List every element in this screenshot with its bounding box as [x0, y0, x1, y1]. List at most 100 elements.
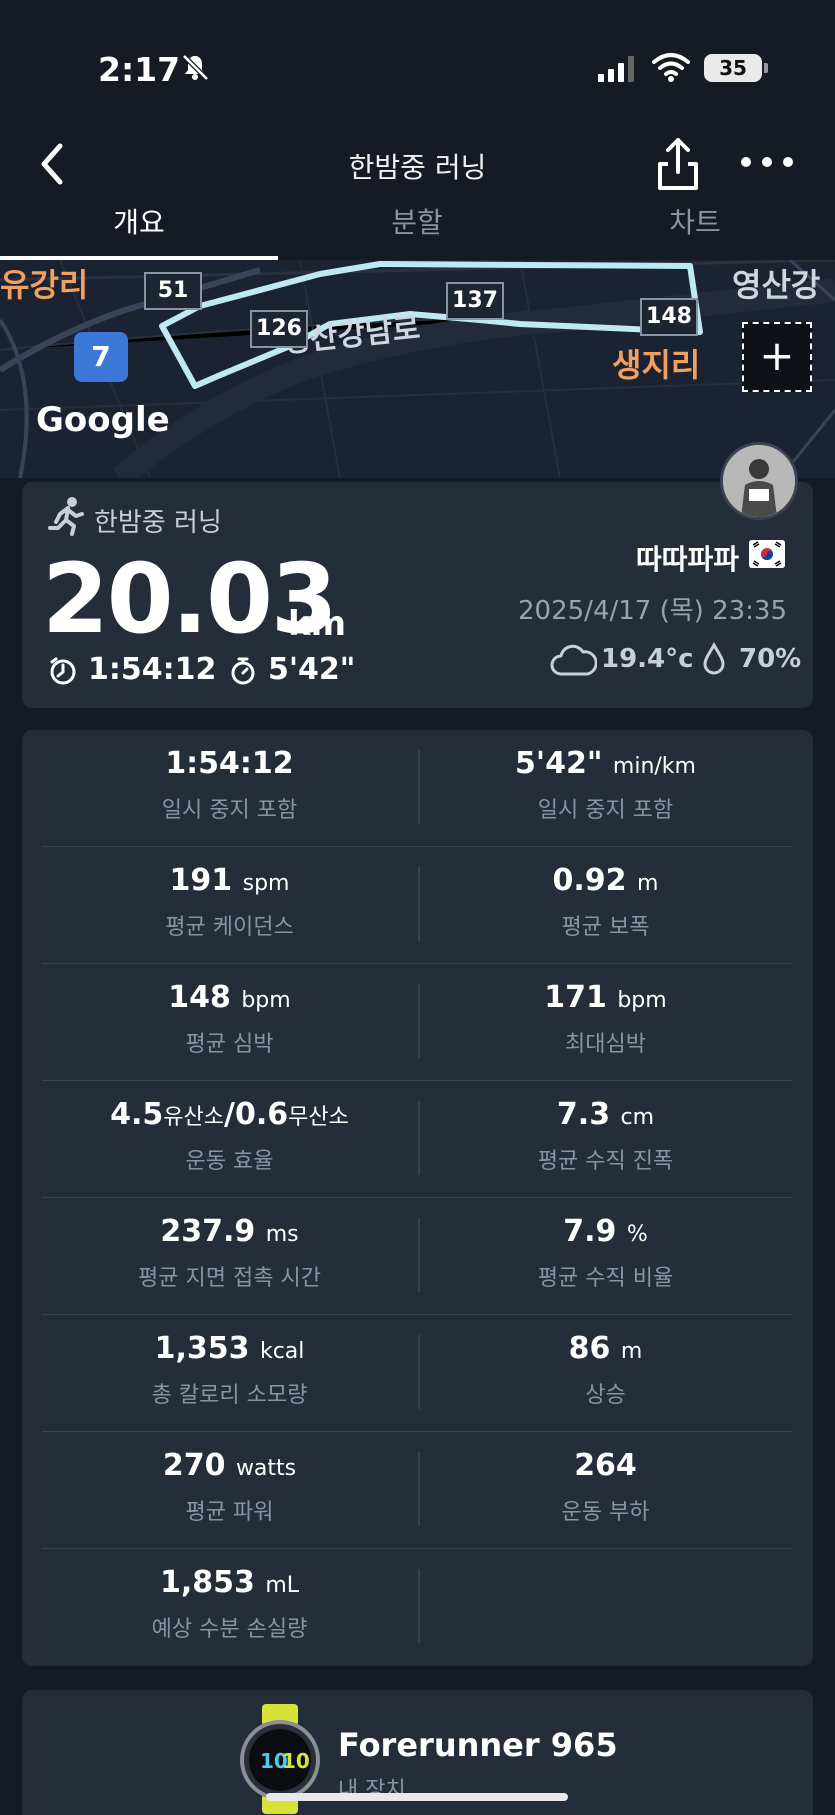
stat-training-load: 264 운동 부하: [418, 1432, 793, 1549]
status-bar: 2:17 35: [0, 0, 835, 130]
stat-power: 270 watts 평균 파워: [42, 1432, 417, 1549]
watch-face-time: 10: [282, 1749, 310, 1773]
stat-label: 평균 지면 접촉 시간: [138, 1266, 321, 1291]
stat-label: 일시 중지 포함: [161, 798, 298, 823]
more-options-button[interactable]: [738, 152, 796, 172]
stat-unit: min/km: [612, 754, 696, 779]
stat-value: 270: [162, 1448, 226, 1483]
humidity: 70%: [739, 644, 802, 674]
avatar[interactable]: [720, 442, 798, 520]
stat-stride: 0.92 m 평균 보폭: [418, 847, 793, 964]
elapsed-time-value: 1:54:12: [88, 652, 217, 687]
bell-off-icon: [182, 54, 209, 81]
stats-grid-card: 1:54:12 일시 중지 포함 5'42" min/km 일시 중지 포함 1…: [22, 730, 813, 1666]
running-icon: [48, 497, 84, 536]
stats-row: 148 bpm 평균 심박 171 bpm 최대심박: [42, 964, 793, 1081]
stat-label: 일시 중지 포함: [537, 798, 674, 823]
nav-bar: 한밤중 러닝 개요 분할 차트: [0, 130, 835, 260]
temperature: 19.4°c: [601, 644, 694, 674]
stats-row: 1,853 mL 예상 수분 손실량: [42, 1549, 793, 1666]
stats-row: 1:54:12 일시 중지 포함 5'42" min/km 일시 중지 포함: [42, 730, 793, 847]
stat-value: 1:54:12: [165, 746, 294, 781]
stat-vertical-ratio: 7.9 % 평균 수직 비율: [418, 1198, 793, 1315]
stat-label: 평균 수직 진폭: [537, 1149, 674, 1174]
km-marker: 148: [640, 298, 698, 336]
stat-avg-pace: 5'42" min/km 일시 중지 포함: [418, 730, 793, 847]
stat-unit: cm: [620, 1105, 655, 1130]
map-place-label: 영산강: [732, 266, 821, 304]
stat-value: 171: [544, 980, 607, 1015]
distance-unit: km: [288, 604, 347, 644]
km-marker: 126: [250, 310, 308, 348]
share-button[interactable]: [656, 136, 700, 192]
weather-info: 19.4°c 70%: [549, 640, 801, 680]
google-logo: Google: [36, 400, 170, 440]
home-indicator[interactable]: [266, 1793, 568, 1801]
stat-cadence: 191 spm 평균 케이던스: [42, 847, 417, 964]
stats-row: 237.9 ms 평균 지면 접촉 시간 7.9 % 평균 수직 비율: [42, 1198, 793, 1315]
stat-empty: [418, 1549, 793, 1666]
stat-label: 운동 효율: [185, 1149, 274, 1174]
km-marker: 51: [144, 272, 202, 310]
average-pace-value: 5'42": [268, 652, 356, 687]
stat-label: 평균 심박: [185, 1032, 274, 1057]
device-name: Forerunner 965: [338, 1726, 618, 1764]
page-title: 한밤중 러닝: [348, 151, 487, 184]
stat-value: 0.92: [552, 863, 627, 898]
stats-row: 191 spm 평균 케이던스 0.92 m 평균 보폭: [42, 847, 793, 964]
stats-row: 4.5유산소/0.6무산소 운동 효율 7.3 cm 평균 수직 진폭: [42, 1081, 793, 1198]
stat-label: 상승: [585, 1383, 626, 1408]
stat-unit: spm: [242, 871, 290, 896]
stat-value: 4.5: [110, 1097, 164, 1132]
map-place-label: 생지리: [612, 346, 701, 384]
tab-splits[interactable]: 분할: [278, 198, 556, 260]
stat-unit: mL: [265, 1573, 300, 1598]
stat-unit: bpm: [241, 988, 291, 1013]
stat-unit: kcal: [259, 1339, 305, 1364]
stat-value: 5'42": [515, 746, 603, 781]
stat-label: 평균 케이던스: [165, 915, 294, 940]
battery-indicator: 35: [704, 54, 768, 82]
stat-value: 148: [168, 980, 231, 1015]
korea-flag-icon: [749, 540, 785, 568]
stat-label: 총 칼로리 소모량: [151, 1383, 308, 1408]
cloud-icon: [550, 644, 597, 676]
stat-label: 최대심박: [565, 1032, 646, 1057]
stat-value: 7.9: [563, 1214, 617, 1249]
stat-total-time: 1:54:12 일시 중지 포함: [42, 730, 417, 847]
stat-avg-hr: 148 bpm 평균 심박: [42, 964, 417, 1081]
stat-unit: 무산소: [288, 1105, 349, 1130]
humidity-drop-icon: [703, 642, 725, 675]
cellular-signal-icon: [598, 56, 634, 82]
stat-vertical-oscillation: 7.3 cm 평균 수직 진폭: [418, 1081, 793, 1198]
wifi-icon: [652, 53, 690, 82]
road-number-badge: 7: [74, 332, 128, 382]
tab-charts[interactable]: 차트: [556, 198, 834, 260]
stat-training-effect: 4.5유산소/0.6무산소 운동 효율: [42, 1081, 417, 1198]
stat-value: 264: [574, 1448, 637, 1483]
tab-overview[interactable]: 개요: [0, 198, 278, 260]
stat-unit: watts: [235, 1456, 297, 1481]
stat-unit: bpm: [617, 988, 667, 1013]
stat-label: 평균 파워: [185, 1500, 274, 1525]
route-map[interactable]: 유강리 생지리 영산강 영산강남로 51 126 137 148 7 Googl…: [0, 260, 835, 478]
stat-label: 평균 보폭: [561, 915, 650, 940]
stat-unit: 유산소: [163, 1105, 225, 1130]
stopwatch-icon: [231, 657, 255, 685]
username[interactable]: 따따파파: [636, 538, 739, 578]
stat-value: 191: [169, 863, 233, 898]
avatar-image: [723, 445, 795, 517]
stat-unit: %: [626, 1222, 648, 1247]
km-marker: 137: [446, 282, 504, 320]
status-time: 2:17: [98, 50, 181, 89]
stat-calories: 1,353 kcal 총 칼로리 소모량: [42, 1315, 417, 1432]
stat-value: 1,853: [159, 1565, 255, 1600]
stat-value: 1,353: [154, 1331, 250, 1366]
stat-value: 237.9: [160, 1214, 256, 1249]
map-expand-button[interactable]: +: [742, 322, 812, 392]
stat-ascent: 86 m 상승: [418, 1315, 793, 1432]
stat-label: 예상 수분 손실량: [151, 1617, 308, 1642]
stat-value: 86: [568, 1331, 611, 1366]
stat-value: 0.6: [234, 1097, 289, 1132]
map-place-label: 유강리: [0, 266, 89, 304]
